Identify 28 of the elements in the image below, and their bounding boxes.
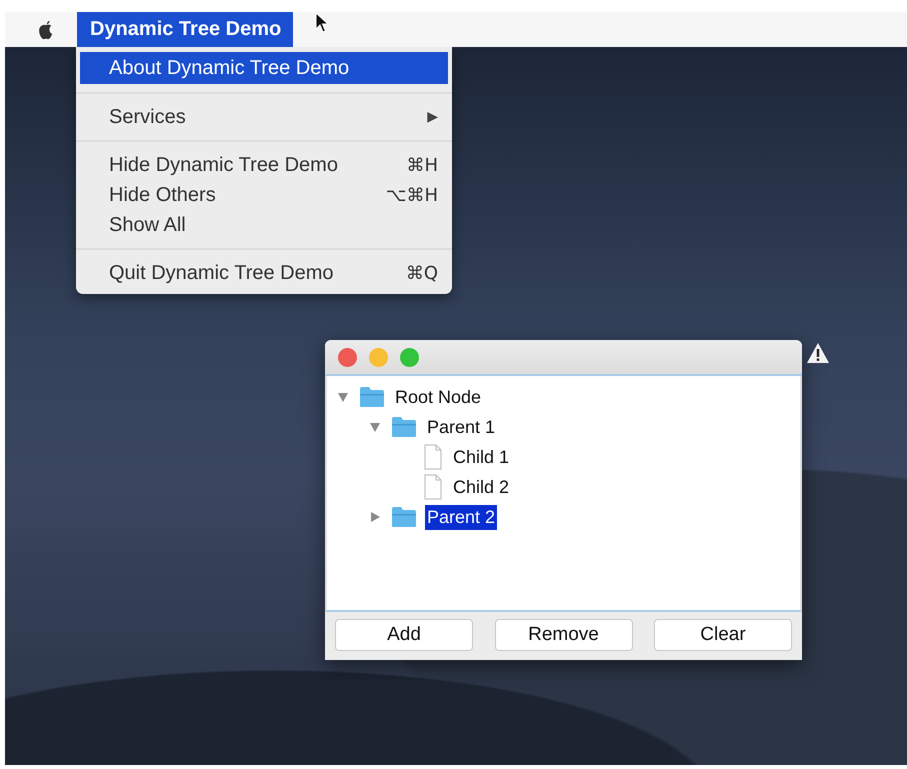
action-button[interactable]: Add	[335, 619, 473, 651]
warning-icon	[806, 342, 830, 364]
zoom-button[interactable]	[400, 348, 419, 366]
collapsed-triangle-icon[interactable]	[369, 511, 381, 523]
tree-node-label[interactable]: Parent 2	[425, 504, 498, 530]
tree-node-label[interactable]: Parent 1	[425, 414, 498, 440]
menu-item[interactable]: About Dynamic Tree Demo	[80, 52, 448, 84]
submenu-arrow-icon: ▶	[427, 109, 438, 125]
document-icon	[423, 474, 443, 500]
action-button[interactable]: Remove	[494, 619, 632, 651]
menu-item[interactable]: Show All	[76, 210, 452, 240]
close-button[interactable]	[338, 348, 357, 366]
apple-logo-icon[interactable]	[37, 19, 55, 40]
folder-icon	[391, 506, 417, 528]
tree-node-label[interactable]: Child 2	[451, 474, 512, 500]
tree-node-label[interactable]: Root Node	[393, 384, 484, 410]
menu-item[interactable]: Hide Others ⌥⌘H	[76, 180, 452, 210]
expanded-triangle-icon[interactable]	[337, 391, 349, 403]
menu-item[interactable]: Quit Dynamic Tree Demo ⌘Q	[76, 258, 452, 288]
action-button[interactable]: Clear	[654, 619, 792, 651]
tree-node-label[interactable]: Child 1	[451, 444, 512, 470]
menu-item[interactable]: Services ▶	[76, 102, 452, 132]
folder-icon	[391, 416, 417, 438]
expanded-triangle-icon[interactable]	[369, 421, 381, 433]
menu-item[interactable]: Hide Dynamic Tree Demo ⌘H	[76, 150, 452, 180]
app-menu[interactable]: Dynamic Tree Demo	[77, 12, 294, 47]
document-icon	[423, 444, 443, 470]
folder-icon	[359, 386, 385, 408]
